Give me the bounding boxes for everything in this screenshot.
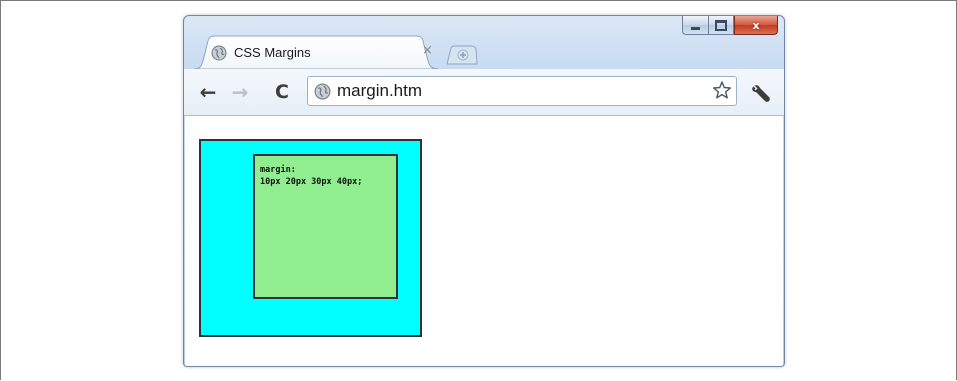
address-bar[interactable]: margin.htm bbox=[307, 76, 737, 106]
tab-background bbox=[194, 35, 439, 69]
close-button[interactable]: x bbox=[734, 16, 778, 35]
back-button[interactable]: ← bbox=[196, 80, 220, 104]
globe-icon bbox=[314, 83, 331, 100]
browser-window: x CSS Margins × ← → C margin.htm margin:… bbox=[183, 15, 785, 367]
reload-button[interactable]: C bbox=[270, 81, 294, 103]
star-icon[interactable] bbox=[712, 80, 732, 100]
tab-close-icon[interactable]: × bbox=[422, 43, 433, 58]
close-icon: x bbox=[752, 18, 760, 32]
minimize-icon bbox=[691, 26, 700, 30]
margin-value: 10px 20px 30px 40px; bbox=[260, 177, 363, 187]
inner-box: margin: 10px 20px 30px 40px; bbox=[253, 154, 398, 299]
maximize-icon bbox=[715, 19, 727, 31]
maximize-button[interactable] bbox=[708, 16, 734, 35]
tab-css-margins[interactable]: CSS Margins × bbox=[194, 35, 439, 69]
page-viewport: margin: 10px 20px 30px 40px; bbox=[185, 116, 783, 366]
wrench-icon[interactable] bbox=[749, 82, 773, 104]
globe-icon bbox=[211, 45, 227, 61]
window-controls: x bbox=[682, 16, 778, 35]
margin-label: margin: bbox=[260, 165, 296, 175]
forward-button[interactable]: → bbox=[228, 80, 252, 104]
new-tab-button[interactable] bbox=[446, 45, 478, 65]
outer-box: margin: 10px 20px 30px 40px; bbox=[199, 139, 422, 337]
url-text: margin.htm bbox=[337, 81, 423, 100]
toolbar: ← → C margin.htm bbox=[184, 69, 784, 116]
tab-title: CSS Margins bbox=[234, 45, 311, 60]
minimize-button[interactable] bbox=[682, 16, 708, 35]
